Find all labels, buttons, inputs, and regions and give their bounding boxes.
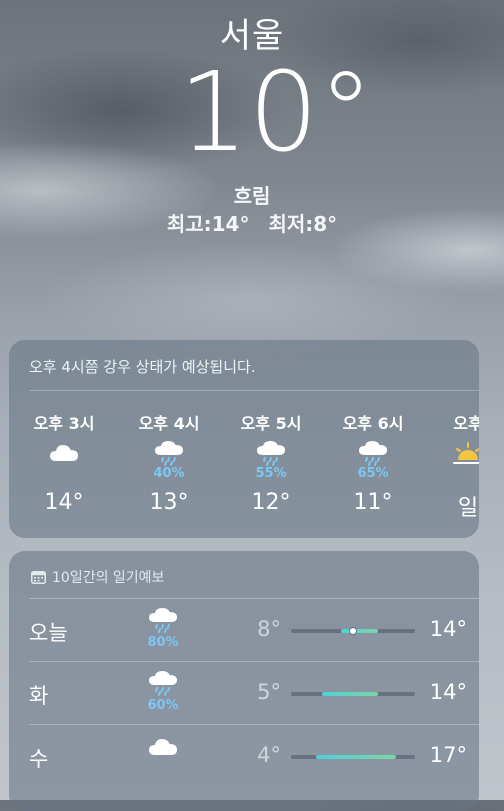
low-temp: 최저:8°: [268, 212, 338, 236]
hour-temp: 12°: [251, 490, 291, 515]
high-temp: 14°: [429, 617, 467, 641]
current-temp-dot: [350, 628, 356, 634]
temp-range-fill: [315, 755, 397, 759]
divider: [29, 390, 479, 391]
high-temp: 17°: [429, 743, 467, 767]
calendar-icon: [31, 571, 46, 584]
sunset-icon: [453, 442, 479, 464]
precip-chance: 65%: [357, 466, 389, 481]
cloud-rain-icon: [149, 608, 177, 633]
low-temp: 4°: [257, 743, 281, 767]
current-condition: 흐림: [233, 184, 271, 208]
hour-time: 오후 3시: [33, 414, 95, 433]
hour-time: 오후 6시: [342, 414, 404, 433]
high-temp: 최고:14°: [166, 212, 250, 236]
hour-time: 오후 5시: [240, 414, 302, 433]
cloud-rain-icon: [359, 441, 387, 466]
hour-item: 오후 일: [417, 410, 479, 530]
hour-time: 오후: [453, 414, 479, 433]
day-name: 화: [29, 684, 49, 708]
precip-chance: 80%: [147, 635, 179, 650]
hour-item: 오후 6시 65% 11°: [322, 410, 424, 530]
cloud-icon: [149, 739, 177, 755]
high-temp: 14°: [429, 680, 467, 704]
daily-header: 10일간의 일기예보: [31, 567, 164, 587]
precip-chance: 55%: [255, 466, 287, 481]
cloud-rain-icon: [149, 671, 177, 696]
temp-range-bar: [291, 692, 415, 696]
temp-range-bar: [291, 628, 415, 634]
hour-temp: 14°: [44, 490, 84, 515]
hour-item: 오후 5시 55% 12°: [220, 410, 322, 530]
cloud-icon: [50, 445, 78, 461]
hour-temp: 11°: [353, 490, 393, 515]
hourly-forecast-card[interactable]: 오후 4시쯤 강우 상태가 예상됩니다. 오후 3시 14° 오후 4시 40%…: [9, 340, 479, 538]
day-row[interactable]: 오늘 80% 8° 14°: [29, 598, 479, 661]
precip-chance: 60%: [147, 698, 179, 713]
hour-item: 오후 4시 40% 13°: [118, 410, 220, 530]
day-name: 수: [29, 747, 49, 771]
day-name: 오늘: [29, 621, 68, 645]
hourly-summary: 오후 4시쯤 강우 상태가 예상됩니다.: [29, 358, 256, 376]
hour-item: 오후 3시 14°: [13, 410, 115, 530]
hour-temp: 13°: [149, 490, 189, 515]
precip-chance: 40%: [153, 466, 185, 481]
hour-temp: 일: [457, 496, 479, 521]
cloud-rain-icon: [257, 441, 285, 466]
low-temp: 8°: [257, 617, 281, 641]
temp-range-bar: [291, 755, 415, 759]
current-temperature: 10°: [178, 48, 374, 176]
day-row[interactable]: 수 4° 17°: [29, 724, 479, 787]
daily-forecast-card[interactable]: 10일간의 일기예보 오늘 80% 8° 14° 화 60% 5° 14° 수 …: [9, 551, 479, 811]
hour-time: 오후 4시: [138, 414, 200, 433]
daily-header-label: 10일간의 일기예보: [52, 570, 165, 586]
temp-range-fill: [322, 692, 378, 696]
low-temp: 5°: [257, 680, 281, 704]
day-row[interactable]: 화 60% 5° 14°: [29, 661, 479, 724]
temp-range-fill: [340, 629, 378, 633]
high-low: 최고:14° 최저:8°: [0, 208, 504, 237]
cloud-rain-icon: [155, 441, 183, 466]
